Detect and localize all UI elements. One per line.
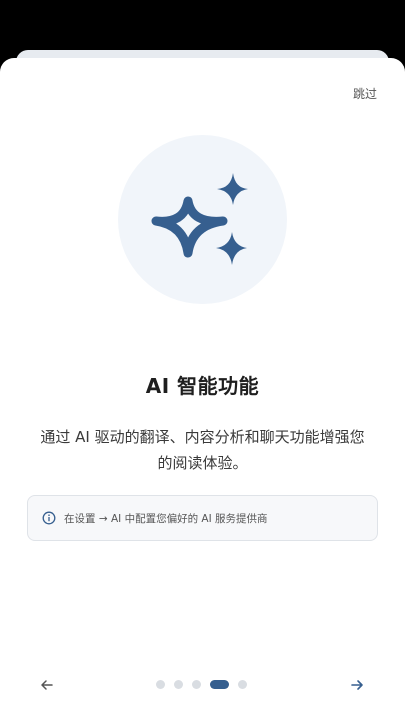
skip-button[interactable]: 跳过 [353,85,377,102]
page-indicator [156,680,247,689]
sparkles-icon [151,173,248,265]
page-description: 通过 AI 驱动的翻译、内容分析和聊天功能增强您 的阅读体验。 [26,424,379,476]
page-dot-active[interactable] [210,680,229,689]
info-icon [42,511,56,525]
page-dot[interactable] [156,680,165,689]
page-title: AI 智能功能 [145,374,260,398]
page-dot[interactable] [238,680,247,689]
description-line: 通过 AI 驱动的翻译、内容分析和聊天功能增强您 [40,428,365,446]
hero-illustration [118,135,287,304]
page-dot[interactable] [192,680,201,689]
description-line: 的阅读体验。 [157,454,248,472]
page-dot[interactable] [174,680,183,689]
previous-button[interactable] [36,674,58,696]
arrow-right-icon [351,680,363,690]
next-button[interactable] [346,674,368,696]
onboarding-sheet: 跳过 AI 智能功能 通过 AI 驱动的翻译、内容分析和聊天功能增强您 的阅读体… [0,58,405,720]
info-hint-box: 在设置 → AI 中配置您偏好的 AI 服务提供商 [27,495,378,541]
info-hint-text: 在设置 → AI 中配置您偏好的 AI 服务提供商 [64,512,268,525]
arrow-left-icon [41,680,53,690]
